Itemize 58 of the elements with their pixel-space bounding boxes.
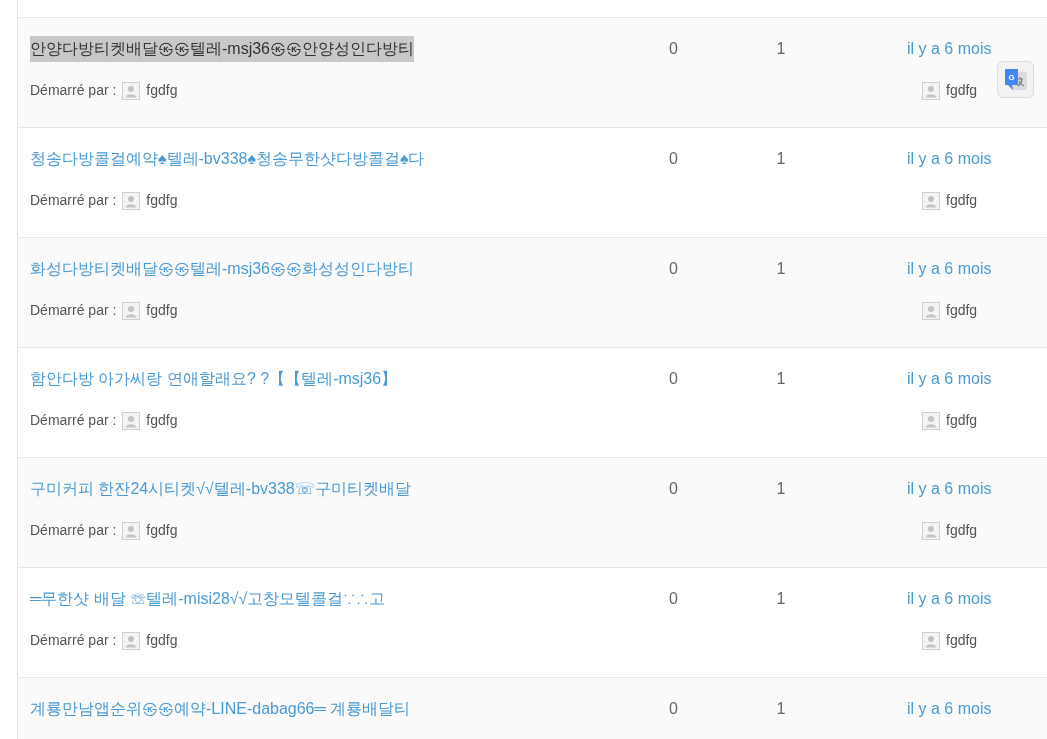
views-count: 1 — [776, 699, 786, 719]
views-count: 1 — [776, 369, 786, 389]
topic-title-link[interactable]: 청송다방콜걸예약♠텔레-bv338♠청송무한샷다방콜걸♠다 — [30, 146, 425, 172]
author-name: fgdfg — [146, 411, 178, 430]
views-count: 1 — [776, 479, 786, 499]
replies-count: 0 — [669, 39, 678, 59]
avatar-icon — [122, 301, 141, 320]
avatar-icon — [922, 191, 940, 210]
started-by-label: Démarré par : — [30, 81, 117, 100]
views-count: 1 — [776, 259, 786, 279]
replies-count: 0 — [669, 589, 678, 609]
last-post-author: fgdfg — [946, 81, 978, 100]
views-count: 1 — [776, 39, 786, 59]
author-name: fgdfg — [146, 81, 178, 100]
author-name: fgdfg — [146, 301, 178, 320]
topic-title-link[interactable]: 계룡만남앱순위㉿㉿예약-LINE-dabag66═ 계룡배달티 — [30, 696, 411, 722]
last-post-author: fgdfg — [946, 191, 978, 210]
topic-title-link[interactable]: 구미커피 한잔24시티켓√√텔레-bv338☏구미티켓배달 — [30, 476, 411, 502]
started-by-label: Démarré par : — [30, 631, 117, 650]
avatar-icon — [922, 81, 940, 100]
avatar-icon — [122, 631, 141, 650]
replies-count: 0 — [669, 699, 678, 719]
replies-count: 0 — [669, 369, 678, 389]
replies-count: 0 — [669, 149, 678, 169]
avatar-icon — [122, 411, 141, 430]
last-post-time-link[interactable]: il y a 6 mois — [907, 366, 992, 392]
last-post-time-link[interactable]: il y a 6 mois — [907, 696, 992, 722]
last-post-time-link[interactable]: il y a 6 mois — [907, 256, 992, 282]
replies-count: 0 — [669, 259, 678, 279]
last-post-time-link[interactable]: il y a 6 mois — [907, 146, 992, 172]
started-by-label: Démarré par : — [30, 301, 117, 320]
topic-title-link[interactable]: 함안다방 아가씨랑 연애할래요? ?【【텔레-msj36】 — [30, 366, 398, 392]
author-name: fgdfg — [146, 631, 178, 650]
avatar-icon — [922, 521, 940, 540]
author-name: fgdfg — [146, 191, 178, 210]
views-count: 1 — [776, 149, 786, 169]
topic-title-link[interactable]: 안양다방티켓배달㉿㉿텔레-msj36㉿㉿안양성인다방티 — [30, 36, 414, 62]
started-by-label: Démarré par : — [30, 521, 117, 540]
topic-title-link[interactable]: 화성다방티켓배달㉿㉿텔레-msj36㉿㉿화성성인다방티 — [30, 256, 414, 282]
started-by-label: Démarré par : — [30, 411, 117, 430]
last-post-author: fgdfg — [946, 521, 978, 540]
avatar-icon — [122, 191, 141, 210]
avatar-icon — [922, 411, 940, 430]
started-by-label: Démarré par : — [30, 191, 117, 210]
last-post-time-link[interactable]: il y a 6 mois — [907, 36, 992, 62]
last-post-time-link[interactable]: il y a 6 mois — [907, 586, 992, 612]
last-post-time-link[interactable]: il y a 6 mois — [907, 476, 992, 502]
replies-count: 0 — [669, 479, 678, 499]
views-count: 1 — [776, 589, 786, 609]
avatar-icon — [922, 301, 940, 320]
author-name: fgdfg — [146, 521, 178, 540]
last-post-author: fgdfg — [946, 301, 978, 320]
avatar-icon — [922, 631, 940, 650]
topic-title-link[interactable]: ═무한샷 배달 ☏텔레-misi28√√고창모텔콜걸∵∴고 — [30, 586, 386, 612]
avatar-icon — [122, 81, 141, 100]
last-post-author: fgdfg — [946, 411, 978, 430]
last-post-author: fgdfg — [946, 631, 978, 650]
avatar-icon — [122, 521, 141, 540]
